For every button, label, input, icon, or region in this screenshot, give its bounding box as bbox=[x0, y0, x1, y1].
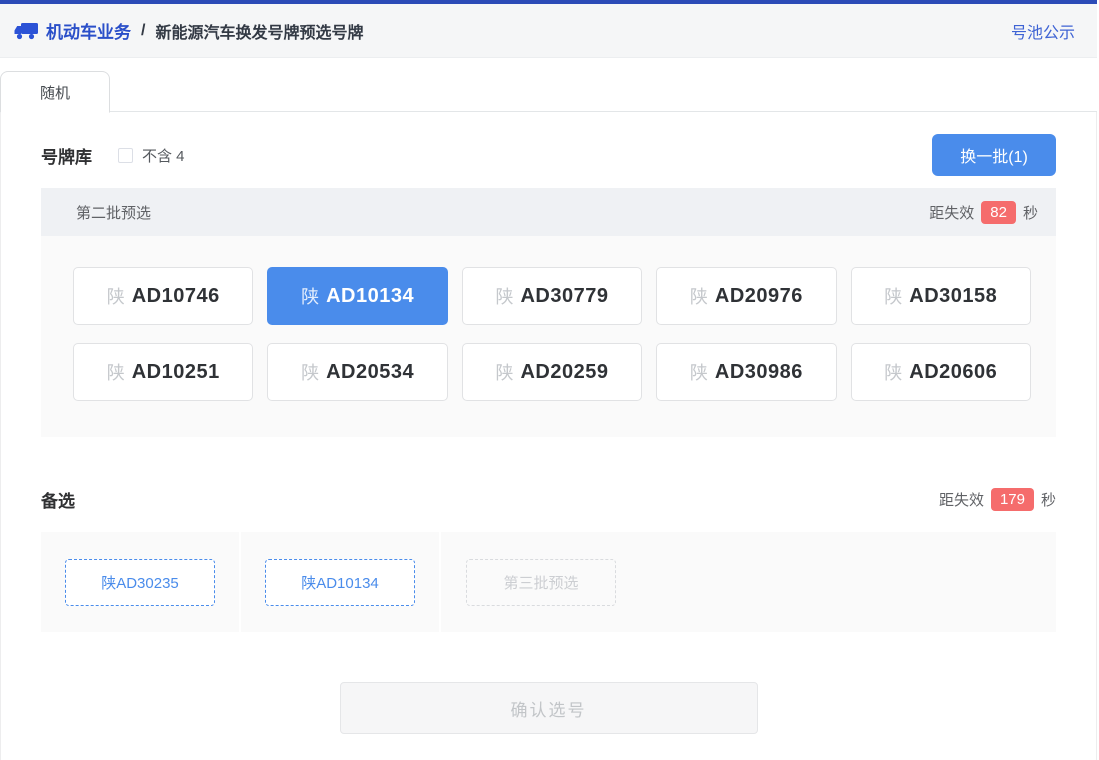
plate-prefix: 陕 bbox=[301, 363, 320, 383]
tab-bar: 随机 bbox=[0, 70, 1097, 113]
plate-number: AD20606 bbox=[909, 360, 998, 383]
plate-card[interactable]: 陕 AD20534 bbox=[267, 343, 448, 401]
plate-prefix: 陕 bbox=[495, 287, 514, 307]
plate-prefix: 陕 bbox=[495, 363, 514, 383]
alternatives-list: 陕AD30235 陕AD10134 第三批预选 bbox=[41, 532, 1056, 632]
refresh-batch-button[interactable]: 换一批(1) bbox=[932, 134, 1056, 176]
pool-toolbar: 号牌库 不含 4 换一批(1) bbox=[41, 134, 1056, 176]
plate-card[interactable]: 陕 AD30986 bbox=[656, 343, 837, 401]
alternatives-header: 备选 距失效 179 秒 bbox=[41, 487, 1056, 512]
plate-card[interactable]: 陕 AD20606 bbox=[850, 343, 1031, 401]
alternative-cell: 第三批预选 bbox=[441, 532, 641, 632]
page: 机动车业务 / 新能源汽车换发号牌预选号牌 号池公示 随机 号牌库 不含 4 换… bbox=[0, 0, 1097, 760]
plate-number: AD30158 bbox=[909, 284, 998, 307]
breadcrumb-separator: / bbox=[141, 21, 146, 39]
alt-expiry-seconds-badge: 179 bbox=[990, 488, 1034, 511]
exclude-4-label: 不含 4 bbox=[142, 147, 185, 165]
pool-header: 第二批预选 距失效 82 秒 bbox=[41, 188, 1056, 236]
page-title: 新能源汽车换发号牌预选号牌 bbox=[155, 24, 364, 42]
plate-card[interactable]: 陕 AD20976 bbox=[656, 267, 837, 325]
tab-random[interactable]: 随机 bbox=[0, 71, 110, 113]
plate-prefix: 陕 bbox=[106, 287, 125, 307]
plate-card[interactable]: 陕 AD10746 bbox=[73, 267, 254, 325]
alternative-cell: 陕AD30235 bbox=[41, 532, 241, 632]
confirm-button[interactable]: 确认选号 bbox=[339, 682, 758, 734]
plate-number: AD20534 bbox=[326, 360, 415, 383]
brand-text: 机动车业务 bbox=[46, 23, 131, 42]
plate-number: AD30986 bbox=[714, 360, 803, 383]
plate-number: AD30779 bbox=[520, 284, 609, 307]
alternative-plate[interactable]: 陕AD30235 bbox=[65, 558, 215, 606]
exclude-4-checkbox[interactable] bbox=[118, 147, 133, 163]
breadcrumb: 机动车业务 / 新能源汽车换发号牌预选号牌 bbox=[14, 18, 363, 43]
plate-card[interactable]: 陕 AD30779 bbox=[461, 267, 643, 325]
alternatives-expiry: 距失效 179 秒 bbox=[939, 488, 1056, 511]
expiry-seconds-badge: 82 bbox=[981, 200, 1016, 224]
plate-number: AD10251 bbox=[131, 360, 220, 383]
plate-card[interactable]: 陕 AD10251 bbox=[73, 343, 254, 401]
expiry-label: 距失效 bbox=[929, 204, 975, 222]
plate-number: AD10134 bbox=[326, 284, 415, 307]
confirm-row: 确认选号 bbox=[1, 682, 1096, 734]
plate-card[interactable]: 陕 AD30158 bbox=[850, 267, 1031, 325]
pool-expiry: 距失效 82 秒 bbox=[929, 200, 1038, 224]
plate-prefix: 陕 bbox=[301, 287, 320, 307]
plate-prefix: 陕 bbox=[689, 363, 708, 383]
alt-expiry-label: 距失效 bbox=[938, 492, 984, 509]
plate-prefix: 陕 bbox=[689, 287, 708, 307]
plate-number: AD10746 bbox=[131, 284, 220, 307]
plate-prefix: 陕 bbox=[884, 287, 903, 307]
alternatives-label: 备选 bbox=[41, 492, 75, 511]
plate-prefix: 陕 bbox=[884, 363, 903, 383]
plate-pool-label: 号牌库 bbox=[41, 147, 92, 167]
plate-pool-box: 第二批预选 距失效 82 秒 陕 AD10746 陕 AD10134 陕 AD30779 陕… bbox=[41, 188, 1056, 437]
plate-card[interactable]: 陕 AD20259 bbox=[461, 343, 643, 401]
expiry-unit: 秒 bbox=[1022, 204, 1038, 222]
alternative-placeholder: 第三批预选 bbox=[466, 558, 616, 606]
plate-card[interactable]: 陕 AD10134 bbox=[267, 267, 448, 325]
tab-content-panel: 号牌库 不含 4 换一批(1) 第二批预选 距失效 82 秒 陕 AD10746 陕… bbox=[0, 112, 1097, 760]
plate-number: AD20976 bbox=[714, 284, 803, 307]
alternative-cell: 陕AD10134 bbox=[241, 532, 441, 632]
exclude-4-checkbox-wrap[interactable]: 不含 4 bbox=[118, 145, 185, 166]
plate-prefix: 陕 bbox=[106, 363, 125, 383]
header: 机动车业务 / 新能源汽车换发号牌预选号牌 号池公示 bbox=[0, 4, 1097, 58]
plate-number: AD20259 bbox=[520, 360, 609, 383]
plate-grid: 陕 AD10746 陕 AD10134 陕 AD30779 陕 AD20976 陕 AD30158… bbox=[41, 236, 1056, 437]
alt-expiry-unit: 秒 bbox=[1040, 492, 1056, 509]
pool-publicity-link[interactable]: 号池公示 bbox=[1011, 19, 1075, 43]
truck-icon bbox=[14, 22, 38, 40]
alternative-plate[interactable]: 陕AD10134 bbox=[265, 558, 415, 606]
batch-title: 第二批预选 bbox=[76, 204, 152, 222]
